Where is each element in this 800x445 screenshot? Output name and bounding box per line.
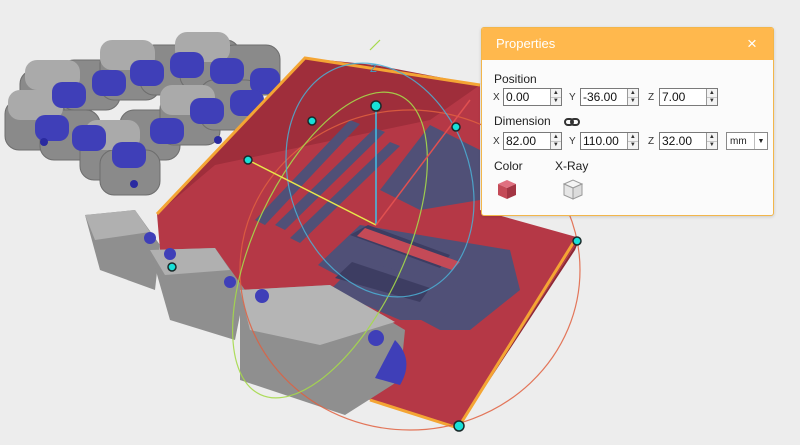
position-z-field[interactable]: ▲▼	[659, 88, 718, 106]
position-z-input[interactable]	[660, 89, 706, 105]
spin-up-icon[interactable]: ▲	[707, 133, 717, 141]
position-z-axis-label: Z	[648, 92, 655, 103]
position-x-axis-label: X	[493, 92, 500, 103]
spin-down-icon[interactable]: ▼	[627, 140, 638, 150]
dimension-y-input[interactable]	[581, 133, 627, 149]
spin-up-icon[interactable]: ▲	[551, 133, 561, 141]
cube-outline-icon[interactable]	[562, 178, 584, 200]
dimension-z-field[interactable]: ▲▼	[659, 132, 718, 150]
position-y-spinner[interactable]: ▲ ▼	[626, 89, 638, 106]
spin-down-icon[interactable]: ▼	[550, 96, 561, 106]
dimension-z-input[interactable]	[660, 133, 706, 149]
position-x-input[interactable]	[504, 89, 550, 105]
position-z-spinner[interactable]: ▲ ▼	[705, 89, 717, 106]
color-label: Color	[494, 159, 523, 173]
position-label: Position	[494, 72, 537, 86]
dimension-y-spinner[interactable]: ▲ ▼	[626, 133, 638, 150]
dimension-z-axis-label: Z	[648, 136, 655, 147]
position-y-field[interactable]: ▲▼	[580, 88, 639, 106]
dimension-y-axis-label: Y	[569, 136, 576, 147]
spin-up-icon[interactable]: ▲	[707, 89, 717, 97]
spin-down-icon[interactable]: ▼	[706, 140, 717, 150]
link-icon[interactable]	[564, 116, 580, 128]
position-y-input[interactable]	[581, 89, 627, 105]
position-y-axis-label: Y	[569, 92, 576, 103]
properties-panel: Properties × Position X ▲▼ Y ▲▼ Z ▲▼ Dim…	[481, 27, 774, 216]
dimension-x-axis-label: X	[493, 136, 500, 147]
dimension-x-field[interactable]: ▲▼	[503, 132, 562, 150]
spin-down-icon[interactable]: ▼	[550, 140, 561, 150]
spin-up-icon[interactable]: ▲	[628, 133, 638, 141]
dimension-x-input[interactable]	[504, 133, 550, 149]
unit-select[interactable]: mm ▼	[726, 132, 768, 150]
chevron-down-icon[interactable]: ▼	[754, 133, 767, 149]
close-icon[interactable]: ×	[743, 35, 761, 53]
spin-up-icon[interactable]: ▲	[551, 89, 561, 97]
spin-down-icon[interactable]: ▼	[706, 96, 717, 106]
dimension-label: Dimension	[494, 114, 551, 128]
spin-down-icon[interactable]: ▼	[627, 96, 638, 106]
panel-titlebar[interactable]: Properties ×	[482, 28, 773, 60]
unit-value: mm	[730, 135, 747, 147]
position-x-spinner[interactable]: ▲ ▼	[549, 89, 561, 106]
dimension-z-spinner[interactable]: ▲ ▼	[705, 133, 717, 150]
dimension-x-spinner[interactable]: ▲ ▼	[549, 133, 561, 150]
xray-label: X-Ray	[555, 159, 589, 173]
dimension-y-field[interactable]: ▲▼	[580, 132, 639, 150]
position-x-field[interactable]: ▲▼	[503, 88, 562, 106]
color-swatch[interactable]	[496, 178, 518, 200]
panel-title: Properties	[496, 36, 556, 51]
gizmo-z-label: Z	[370, 63, 377, 75]
spin-up-icon[interactable]: ▲	[628, 89, 638, 97]
